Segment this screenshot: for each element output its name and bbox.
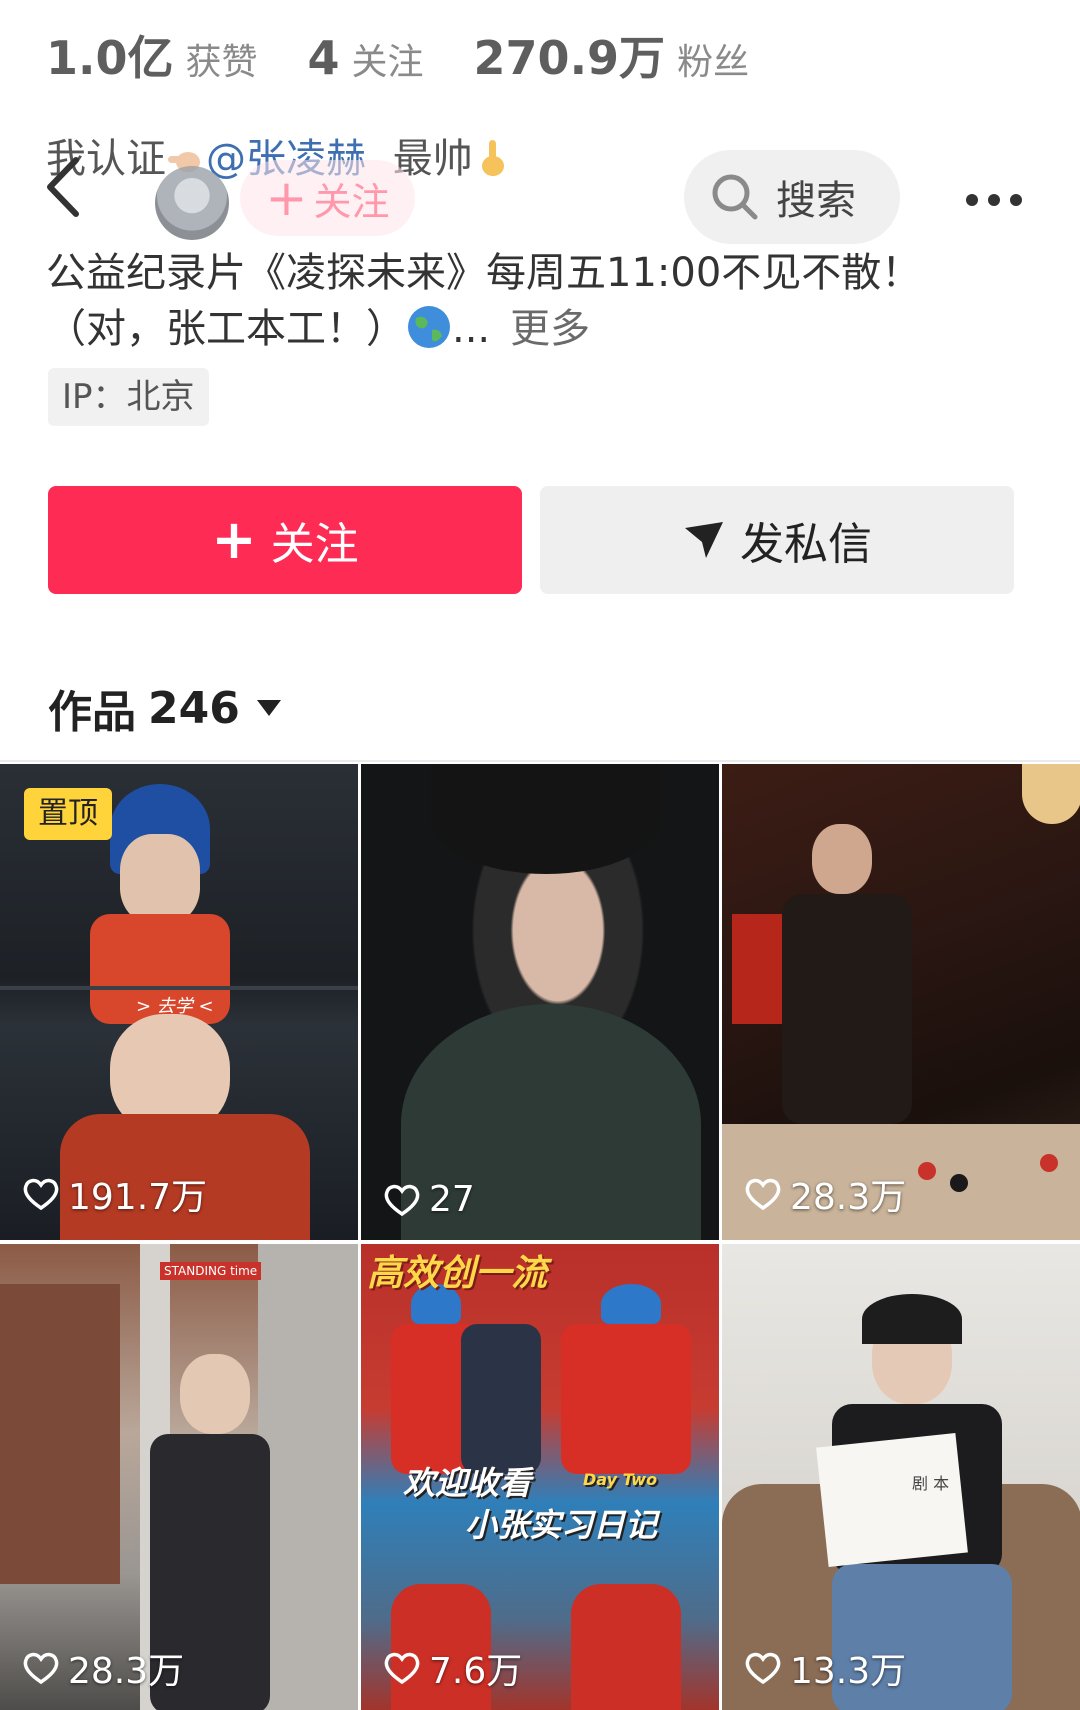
video-tile-6[interactable]: 剧 本 13.3万 — [722, 1244, 1080, 1710]
tile-caption-diary: 小张实习日记 — [465, 1506, 658, 1544]
video-tile-1[interactable]: 置顶 > 去学 < 191.7万 — [0, 764, 358, 1240]
like-count-value: 28.3万 — [790, 1177, 907, 1218]
works-count: 246 — [148, 682, 240, 734]
following-label[interactable]: 关注 — [352, 33, 424, 85]
script-title: 剧 本 — [912, 1474, 950, 1493]
tile-figure — [431, 764, 661, 874]
like-count-value: 27 — [429, 1179, 475, 1220]
bio-more-link[interactable]: 更多 — [510, 306, 590, 352]
tile-caption: > 去学 < — [136, 996, 214, 1017]
bio-line-2: 公益纪录片《凌探未来》每周五11:00不见不散！ — [46, 250, 922, 296]
plus-icon: + — [265, 169, 308, 227]
followers-count[interactable]: 270.9万 — [474, 22, 666, 88]
tile-caption-welcome: 欢迎收看 — [403, 1464, 532, 1502]
video-tile-2[interactable]: 27 — [361, 764, 719, 1240]
send-message-label: 发私信 — [740, 519, 872, 570]
like-count: 13.3万 — [744, 1642, 906, 1694]
like-count-value: 7.6万 — [429, 1651, 523, 1692]
likes-label: 获赞 — [185, 42, 258, 83]
bio-ellipsis: ... — [452, 306, 491, 352]
globe-icon — [408, 306, 450, 348]
following-count[interactable]: 4 — [308, 31, 340, 85]
bio-line-3-text: （对，张工本工！） — [46, 306, 406, 352]
bio-line-3: （对，张工本工！）... 更多 — [46, 296, 590, 354]
divider — [0, 760, 1080, 762]
tile-figure — [180, 1354, 250, 1434]
tile-figure — [950, 1174, 968, 1192]
tile-figure — [812, 824, 872, 894]
tile-figure — [816, 1433, 968, 1567]
tile-figure — [258, 1244, 358, 1710]
heart-icon — [384, 1184, 420, 1216]
nav-follow-button[interactable]: + 关注 — [240, 160, 415, 236]
tile-figure — [601, 1284, 661, 1324]
works-label: 作品 — [48, 687, 136, 738]
like-count-value: 191.7万 — [68, 1177, 208, 1218]
heart-icon — [745, 1178, 781, 1211]
like-count: 191.7万 — [22, 1168, 207, 1220]
tile-caption-top: 高效创一流 — [367, 1253, 548, 1294]
tile-figure — [918, 1162, 936, 1180]
tile-figure — [782, 894, 912, 1124]
like-count-value: 13.3万 — [790, 1651, 907, 1692]
video-tile-5[interactable]: 高效创一流 欢迎收看 Day Two 小张实习日记 7.6万 — [361, 1244, 719, 1710]
tile-figure — [561, 1324, 691, 1474]
search-icon — [712, 174, 758, 220]
tile-figure — [862, 1294, 962, 1344]
follow-button[interactable]: + 关注 — [48, 486, 522, 594]
video-tile-4[interactable]: STANDING time 28.3万 — [0, 1244, 358, 1710]
back-arrow-icon[interactable] — [40, 152, 90, 222]
video-tile-3[interactable]: 28.3万 — [722, 764, 1080, 1240]
nav-follow-label: 关注 — [313, 179, 390, 224]
like-count: 7.6万 — [383, 1642, 522, 1694]
send-message-button[interactable]: 发私信 — [540, 486, 1014, 594]
search-button[interactable]: 搜索 — [684, 150, 900, 244]
send-icon — [685, 522, 723, 558]
heart-icon — [384, 1652, 420, 1685]
pinned-badge: 置顶 — [24, 788, 112, 840]
caret-down-icon[interactable] — [254, 697, 284, 719]
follow-label: 关注 — [270, 519, 359, 570]
tile-figure — [571, 1584, 681, 1710]
tile-figure — [1022, 764, 1080, 824]
street-sign: STANDING time — [160, 1262, 262, 1280]
heart-icon — [745, 1652, 781, 1685]
ip-location-badge: IP：北京 — [48, 368, 209, 426]
tile-figure — [0, 986, 358, 990]
like-count: 28.3万 — [744, 1168, 906, 1220]
heart-icon — [23, 1178, 59, 1211]
index-up-hand-icon — [481, 140, 504, 176]
profile-stats: 1.0亿 获赞 4 关注 270.9万 粉丝 — [46, 22, 799, 92]
avatar[interactable] — [155, 166, 229, 240]
search-label: 搜索 — [776, 178, 856, 224]
heart-icon — [23, 1652, 59, 1685]
tile-figure — [0, 1284, 120, 1584]
likes-count: 1.0亿 — [46, 31, 174, 85]
tile-caption-day: Day Two — [583, 1470, 658, 1489]
tile-figure — [461, 1324, 541, 1474]
more-options-icon[interactable] — [962, 180, 1026, 220]
plus-icon: + — [211, 508, 257, 571]
works-tab[interactable]: 作品 246 — [48, 676, 284, 740]
tile-figure — [120, 834, 200, 924]
like-count: 27 — [383, 1179, 475, 1220]
like-count-value: 28.3万 — [68, 1651, 185, 1692]
video-grid: 置顶 > 去学 < 191.7万 27 28.3万 STANDING time … — [0, 764, 1080, 1710]
like-count: 28.3万 — [22, 1642, 184, 1694]
followers-label[interactable]: 粉丝 — [677, 33, 749, 85]
tile-figure — [1040, 1154, 1058, 1172]
